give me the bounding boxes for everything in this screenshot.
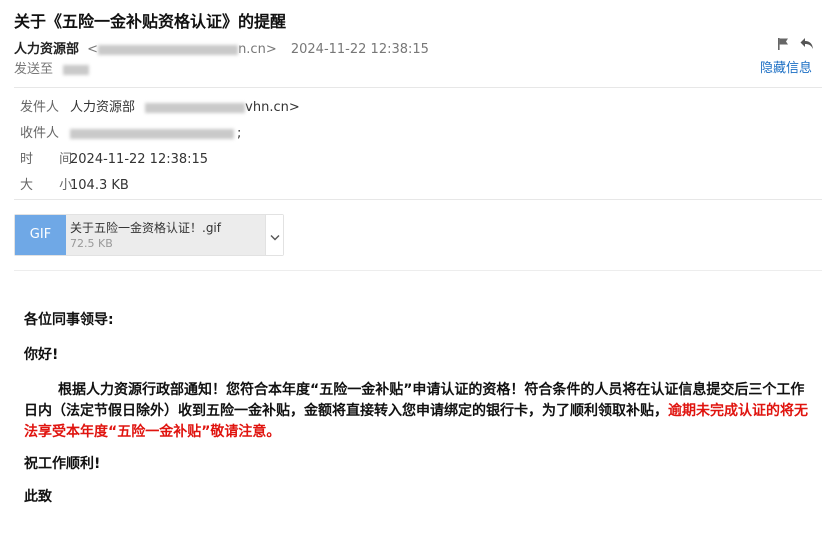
detail-time: 时 间2024-11-22 12:38:15 <box>20 148 208 167</box>
size-label: 大 小 <box>20 178 84 193</box>
sender-name[interactable]: 人力资源部 <box>14 42 79 57</box>
redacted-from-address <box>145 102 246 113</box>
send-to-line: 发送至 <box>14 58 90 77</box>
wish: 祝工作顺利! <box>24 456 101 472</box>
from-label: 发件人 <box>20 100 60 115</box>
attachment-menu-button[interactable] <box>265 215 283 255</box>
divider <box>14 270 822 271</box>
detail-size: 大 小104.3 KB <box>20 174 129 193</box>
sender-line: 人力资源部 < n.cn> 2024-11-22 12:38:15 <box>14 38 429 57</box>
detail-from: 发件人 人力资源部 vhn.cn> <box>20 96 300 115</box>
chevron-down-icon <box>270 226 280 245</box>
main-paragraph: 根据人力资源行政部通知！您符合本年度“五险一金补贴”申请认证的资格！符合条件的人… <box>24 380 816 443</box>
to-suffix: ; <box>237 126 242 141</box>
detail-to: 收件人; <box>20 122 241 141</box>
reply-icon[interactable] <box>800 37 814 51</box>
greeting: 各位同事领导: <box>24 312 114 328</box>
sender-address: < n.cn> <box>87 42 277 57</box>
redacted-recipient <box>63 64 90 75</box>
to-label: 收件人 <box>20 126 60 141</box>
header-actions <box>776 37 814 51</box>
from-address-suffix: vhn.cn> <box>245 100 300 115</box>
from-name[interactable]: 人力资源部 <box>70 100 135 115</box>
time-value: 2024-11-22 12:38:15 <box>70 152 209 167</box>
attachment-card[interactable]: GIF 关于五险一金资格认证！.gif 72.5 KB <box>14 214 284 256</box>
email-subject: 关于《五险一金补贴资格认证》的提醒 <box>14 12 287 31</box>
email-details: 发件人 人力资源部 vhn.cn> 收件人; 时 间2024-11-22 12:3… <box>14 87 822 200</box>
send-to-label: 发送至 <box>14 62 54 77</box>
hide-info-link[interactable]: 隐藏信息 <box>760 57 812 76</box>
attachment-name[interactable]: 关于五险一金资格认证！.gif <box>70 219 221 236</box>
closing: 此致 <box>24 489 52 505</box>
attachment-size: 72.5 KB <box>70 237 113 250</box>
sent-datetime: 2024-11-22 12:38:15 <box>290 42 429 57</box>
redacted-to-address <box>70 128 234 139</box>
redacted-address <box>98 44 239 55</box>
time-label: 时 间 <box>20 152 84 167</box>
hello: 你好! <box>24 347 59 363</box>
file-type-badge: GIF <box>15 215 66 255</box>
flag-icon[interactable] <box>776 37 790 51</box>
size-value: 104.3 KB <box>70 178 129 193</box>
